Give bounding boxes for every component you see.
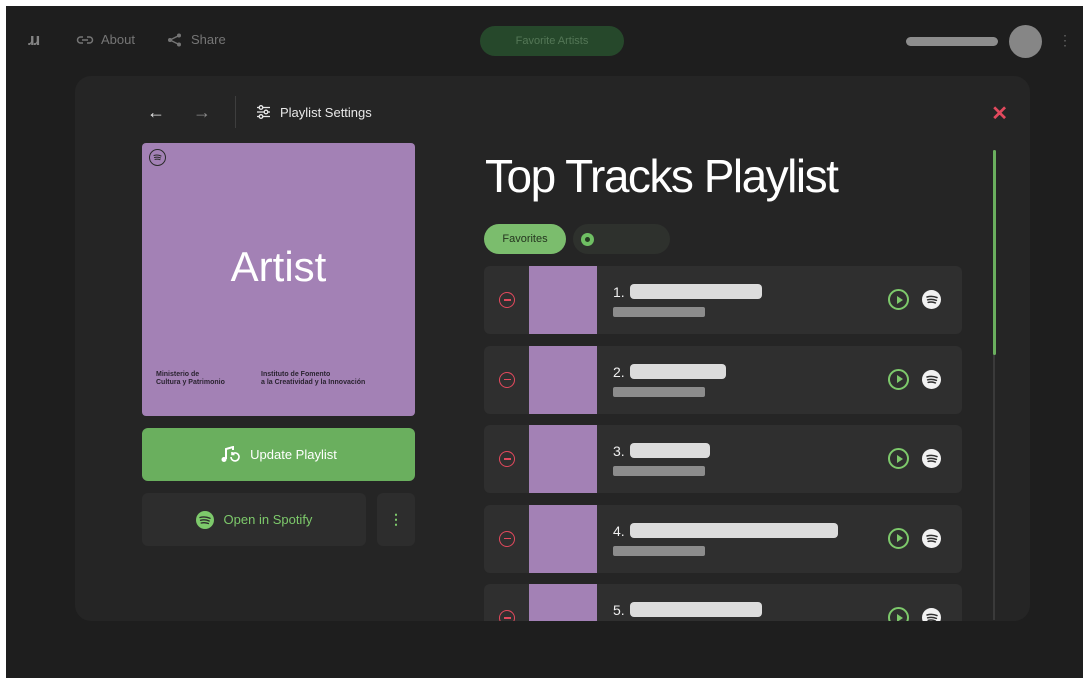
track-artist-placeholder bbox=[613, 466, 705, 476]
remove-icon[interactable] bbox=[499, 451, 515, 467]
remove-icon[interactable] bbox=[499, 371, 515, 388]
track-number: 4. bbox=[613, 522, 625, 539]
username-placeholder[interactable] bbox=[906, 37, 998, 46]
filter-favorites-chip[interactable]: Favorites bbox=[484, 224, 566, 254]
track-list: 1. 2. 3. 4. 5. bbox=[484, 266, 962, 621]
app-window: ɹɹ About Share Favorite Artists ⋮ ← → Pl… bbox=[6, 6, 1083, 678]
playlist-modal: ← → Playlist Settings ✕ Artist Ministeri… bbox=[75, 76, 1030, 621]
spotify-icon bbox=[195, 510, 214, 529]
update-playlist-button[interactable]: Update Playlist bbox=[142, 428, 415, 481]
update-playlist-label: Update Playlist bbox=[250, 447, 337, 462]
track-row[interactable]: 3. bbox=[484, 425, 962, 493]
track-title-placeholder bbox=[630, 522, 838, 538]
open-in-spotify-label: Open in Spotify bbox=[223, 512, 313, 527]
track-thumbnail bbox=[529, 266, 597, 334]
app-logo[interactable]: ɹɹ bbox=[28, 30, 40, 50]
spotify-icon[interactable] bbox=[922, 608, 941, 621]
play-icon[interactable] bbox=[888, 527, 909, 549]
favorite-artists-button[interactable]: Favorite Artists bbox=[480, 26, 624, 56]
track-thumbnail bbox=[529, 425, 597, 493]
track-number: 5. bbox=[613, 602, 625, 618]
open-in-spotify-button[interactable]: Open in Spotify bbox=[142, 493, 366, 546]
play-icon[interactable] bbox=[888, 607, 909, 621]
avatar[interactable] bbox=[1009, 25, 1042, 58]
scrollbar-thumb[interactable] bbox=[993, 150, 996, 355]
track-title-placeholder bbox=[630, 602, 762, 617]
forward-button[interactable]: → bbox=[191, 101, 213, 123]
track-row[interactable]: 1. bbox=[484, 266, 962, 334]
track-thumbnail bbox=[529, 504, 597, 573]
track-title-placeholder bbox=[630, 443, 710, 458]
playlist-settings-button[interactable]: Playlist Settings bbox=[256, 105, 372, 120]
spotify-icon[interactable] bbox=[922, 528, 941, 548]
track-title-placeholder bbox=[630, 284, 762, 299]
track-title-placeholder bbox=[630, 363, 726, 379]
track-row[interactable]: 5. bbox=[484, 584, 962, 621]
playlist-settings-label: Playlist Settings bbox=[280, 104, 372, 120]
remove-icon[interactable] bbox=[499, 292, 515, 308]
remove-icon[interactable] bbox=[499, 530, 515, 547]
track-artist-placeholder bbox=[613, 307, 705, 317]
track-artist-placeholder bbox=[613, 386, 705, 397]
track-thumbnail bbox=[529, 584, 597, 621]
track-thumbnail bbox=[529, 345, 597, 414]
playlist-title: Top Tracks Playlist bbox=[485, 150, 839, 202]
playlist-cover: Artist Ministerio de Cultura y Patrimoni… bbox=[142, 143, 415, 416]
track-number: 1. bbox=[613, 284, 625, 300]
close-icon[interactable]: ✕ bbox=[991, 101, 1008, 126]
track-row[interactable]: 2. bbox=[484, 345, 962, 414]
play-icon[interactable] bbox=[888, 289, 909, 310]
share-link[interactable]: Share bbox=[166, 32, 226, 47]
spotify-icon bbox=[149, 149, 166, 166]
play-icon[interactable] bbox=[888, 368, 909, 390]
top-menu-icon[interactable]: ⋮ bbox=[1058, 32, 1072, 49]
filter-toggle-chip[interactable] bbox=[573, 224, 670, 254]
track-number: 2. bbox=[613, 363, 625, 380]
about-link[interactable]: About bbox=[76, 32, 135, 47]
music-refresh-icon bbox=[221, 445, 240, 462]
spotify-icon[interactable] bbox=[922, 449, 941, 468]
sliders-icon bbox=[257, 105, 270, 119]
cover-footer-left: Ministerio de Cultura y Patrimonio bbox=[156, 371, 225, 386]
spotify-icon[interactable] bbox=[922, 290, 941, 309]
toggle-dot-icon bbox=[581, 232, 594, 246]
top-bar: ɹɹ About Share Favorite Artists ⋮ bbox=[6, 6, 1083, 76]
cover-footer-right: Instituto de Fomento a la Creatividad y … bbox=[261, 371, 366, 386]
remove-icon[interactable] bbox=[499, 610, 515, 621]
about-label: About bbox=[101, 32, 135, 47]
play-icon[interactable] bbox=[888, 448, 909, 469]
track-number: 3. bbox=[613, 443, 625, 459]
track-row[interactable]: 4. bbox=[484, 504, 962, 573]
modal-nav: ← → Playlist Settings bbox=[145, 96, 372, 128]
back-button[interactable]: ← bbox=[145, 101, 167, 123]
spotify-icon[interactable] bbox=[922, 369, 941, 389]
link-icon bbox=[76, 35, 94, 44]
more-options-icon[interactable]: ⋮ bbox=[377, 493, 415, 546]
track-artist-placeholder bbox=[613, 545, 705, 556]
cover-title: Artist bbox=[230, 243, 327, 290]
share-icon bbox=[168, 33, 181, 46]
nav-divider bbox=[235, 96, 236, 128]
share-label: Share bbox=[191, 32, 226, 47]
